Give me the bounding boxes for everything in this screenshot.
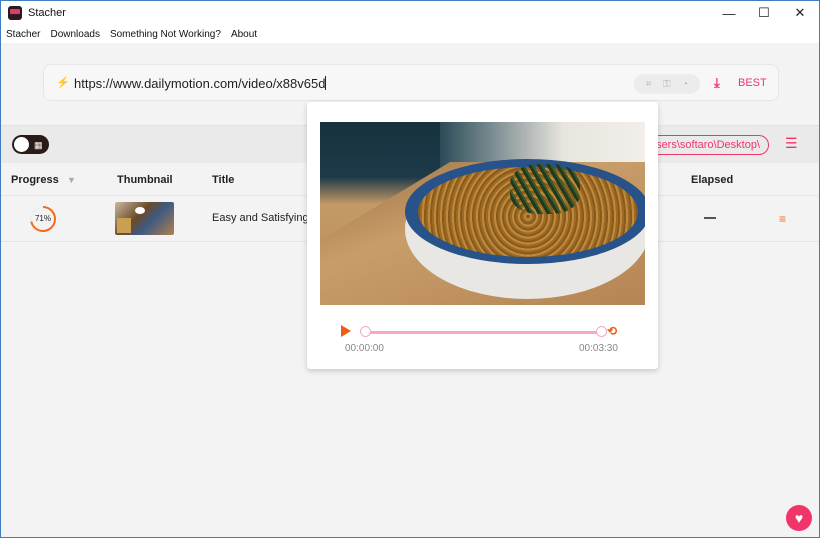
minimize-button[interactable]: —: [712, 1, 746, 25]
column-title[interactable]: Title: [212, 174, 234, 186]
loop-icon[interactable]: ⟲: [607, 324, 617, 338]
video-preview-popup: ⟲ 00:00:00 00:03:30: [307, 102, 658, 369]
trim-start-handle[interactable]: [360, 326, 371, 337]
menu-stacher[interactable]: Stacher: [6, 29, 40, 40]
settings-sliders-icon[interactable]: ☰: [785, 135, 798, 152]
menu-downloads[interactable]: Downloads: [50, 29, 99, 40]
close-button[interactable]: ✕: [783, 1, 817, 25]
app-logo-icon: [8, 6, 22, 20]
url-bar: ⚡ https://www.dailymotion.com/video/x88v…: [43, 64, 779, 101]
column-elapsed[interactable]: Elapsed: [691, 174, 733, 186]
video-thumbnail[interactable]: [115, 202, 174, 235]
trim-end-handle[interactable]: [596, 326, 607, 337]
download-icon[interactable]: ⤓: [714, 75, 720, 91]
bolt-icon: ⚡: [56, 77, 70, 89]
row-menu-icon[interactable]: ≡: [779, 212, 786, 226]
elapsed-value: [704, 217, 716, 219]
app-window: Stacher — ☐ ✕ Stacher Downloads Somethin…: [0, 0, 820, 538]
trim-track[interactable]: [365, 331, 601, 334]
column-thumbnail: Thumbnail: [117, 174, 173, 186]
crop-icon[interactable]: ⌗: [646, 79, 652, 90]
donate-heart-button[interactable]: ♥: [786, 505, 812, 531]
maximize-button[interactable]: ☐: [747, 1, 781, 25]
column-progress[interactable]: Progress: [11, 174, 59, 186]
menu-bar: Stacher Downloads Something Not Working?…: [1, 25, 819, 43]
progress-label: 71%: [34, 214, 51, 223]
view-toggle[interactable]: ▦: [12, 135, 49, 154]
start-time: 00:00:00: [345, 343, 384, 354]
menu-something-not-working[interactable]: Something Not Working?: [110, 29, 221, 40]
play-icon[interactable]: [341, 325, 351, 337]
cookie-icon[interactable]: ◔: [682, 79, 688, 90]
grid-icon: ▦: [34, 140, 43, 150]
key-icon[interactable]: ⚿: [663, 79, 671, 90]
download-options: ⌗ ⚿ ◔: [634, 74, 700, 94]
video-title: Easy and Satisfying: [212, 212, 309, 224]
quality-button[interactable]: BEST: [738, 77, 767, 89]
app-title: Stacher: [28, 7, 66, 19]
title-bar: Stacher — ☐ ✕: [1, 1, 819, 25]
filter-icon[interactable]: ▼: [67, 175, 76, 185]
heart-icon: ♥: [794, 510, 804, 526]
url-input[interactable]: https://www.dailymotion.com/video/x88v65…: [74, 76, 326, 91]
video-preview[interactable]: [320, 122, 645, 305]
menu-about[interactable]: About: [231, 29, 257, 40]
player-controls: ⟲ 00:00:00 00:03:30: [307, 322, 658, 362]
end-time: 00:03:30: [579, 343, 618, 354]
